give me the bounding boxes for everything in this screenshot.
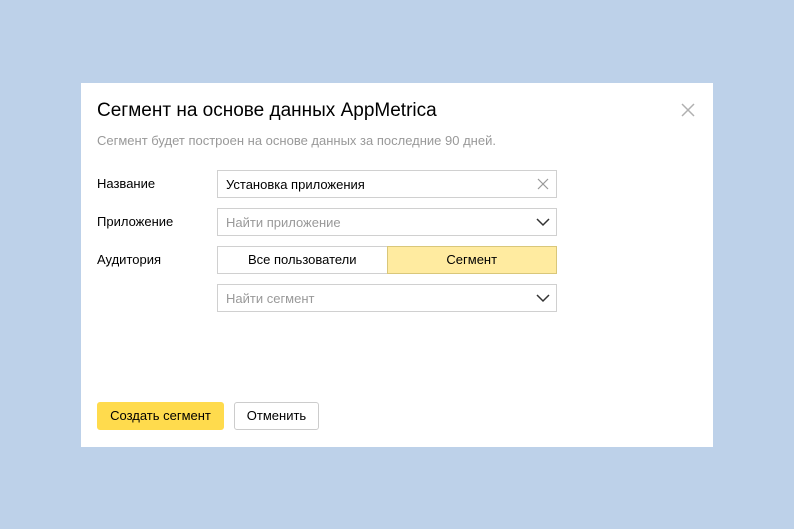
create-segment-button[interactable]: Создать сегмент <box>97 402 224 430</box>
audience-switch: Все пользователи Сегмент <box>217 246 557 274</box>
audience-option-all-users[interactable]: Все пользователи <box>217 246 387 274</box>
app-label: Приложение <box>97 214 174 229</box>
cancel-button[interactable]: Отменить <box>234 402 319 430</box>
segment-select[interactable] <box>217 284 557 312</box>
chevron-down-icon[interactable] <box>536 215 550 229</box>
segment-dialog: Сегмент на основе данных AppMetrica Сегм… <box>81 83 713 447</box>
name-field[interactable] <box>217 170 557 198</box>
clear-icon[interactable] <box>536 177 550 191</box>
close-icon[interactable] <box>679 101 697 119</box>
name-label: Название <box>97 176 156 191</box>
dialog-title: Сегмент на основе данных AppMetrica <box>97 100 437 121</box>
app-search-input[interactable] <box>218 209 518 235</box>
audience-option-segment[interactable]: Сегмент <box>386 246 557 274</box>
dialog-subtitle: Сегмент будет построен на основе данных … <box>97 133 496 148</box>
segment-search-input[interactable] <box>218 285 518 311</box>
chevron-down-icon[interactable] <box>536 291 550 305</box>
audience-label: Аудитория <box>97 252 162 267</box>
app-select[interactable] <box>217 208 557 236</box>
name-input[interactable] <box>218 171 518 197</box>
